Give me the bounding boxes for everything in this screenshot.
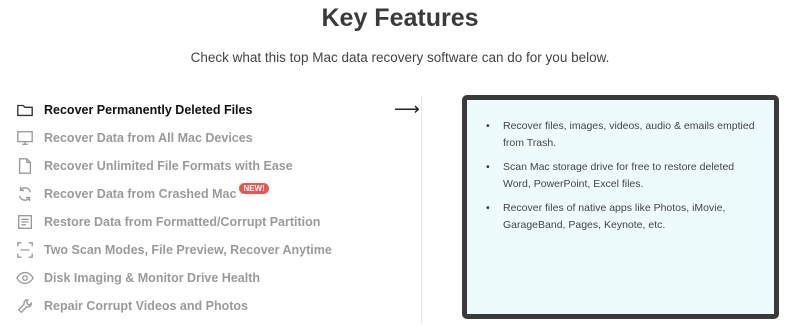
page-subtitle: Check what this top Mac data recovery so…: [190, 50, 610, 65]
feature-item-repair-media[interactable]: Repair Corrupt Videos and Photos: [14, 292, 414, 320]
eye-icon: [14, 267, 36, 289]
arrow-right-icon: ⟶: [394, 99, 420, 119]
detail-text: Recover files, images, videos, audio & e…: [503, 120, 755, 149]
feature-item-file-formats[interactable]: Recover Unlimited File Formats with Ease: [14, 152, 414, 180]
feature-label: Recover Data from All Mac Devices: [44, 131, 253, 145]
new-badge: NEW!: [239, 182, 269, 194]
monitor-icon: [14, 127, 36, 149]
wrench-icon: [14, 295, 36, 317]
folder-icon: [14, 99, 36, 121]
feature-item-all-devices[interactable]: Recover Data from All Mac Devices: [14, 124, 414, 152]
feature-item-formatted-partition[interactable]: Restore Data from Formatted/Corrupt Part…: [14, 208, 414, 236]
feature-item-crashed-mac[interactable]: Recover Data from Crashed Mac NEW!: [14, 180, 414, 208]
drive-icon: [14, 211, 36, 233]
detail-text: Scan Mac storage drive for free to resto…: [503, 161, 735, 190]
refresh-icon: [14, 183, 36, 205]
list-item: • Recover files, images, videos, audio &…: [486, 118, 756, 152]
detail-text: Recover files of native apps like Photos…: [503, 202, 726, 231]
feature-label: Recover Permanently Deleted Files: [44, 103, 253, 117]
list-item: • Scan Mac storage drive for free to res…: [486, 159, 756, 193]
scan-icon: [14, 239, 36, 261]
feature-list: Recover Permanently Deleted Files Recove…: [14, 96, 414, 320]
page-title: Key Features: [321, 4, 479, 32]
feature-item-recover-deleted[interactable]: Recover Permanently Deleted Files: [14, 96, 414, 124]
feature-label: Recover Data from Crashed Mac: [44, 187, 237, 201]
feature-label: Two Scan Modes, File Preview, Recover An…: [44, 243, 332, 257]
list-item: • Recover files of native apps like Phot…: [486, 200, 756, 234]
feature-label: Recover Unlimited File Formats with Ease: [44, 159, 293, 173]
feature-label: Repair Corrupt Videos and Photos: [44, 299, 248, 313]
feature-label: Restore Data from Formatted/Corrupt Part…: [44, 215, 321, 229]
feature-label: Disk Imaging & Monitor Drive Health: [44, 271, 261, 285]
bullet-icon: •: [486, 120, 490, 132]
feature-detail-list: • Recover files, images, videos, audio &…: [467, 100, 774, 234]
file-icon: [14, 155, 36, 177]
feature-item-disk-imaging[interactable]: Disk Imaging & Monitor Drive Health: [14, 264, 414, 292]
bullet-icon: •: [486, 202, 490, 214]
feature-detail-panel: • Recover files, images, videos, audio &…: [462, 95, 779, 319]
divider: [421, 96, 422, 324]
bullet-icon: •: [486, 161, 490, 173]
feature-item-scan-modes[interactable]: Two Scan Modes, File Preview, Recover An…: [14, 236, 414, 264]
